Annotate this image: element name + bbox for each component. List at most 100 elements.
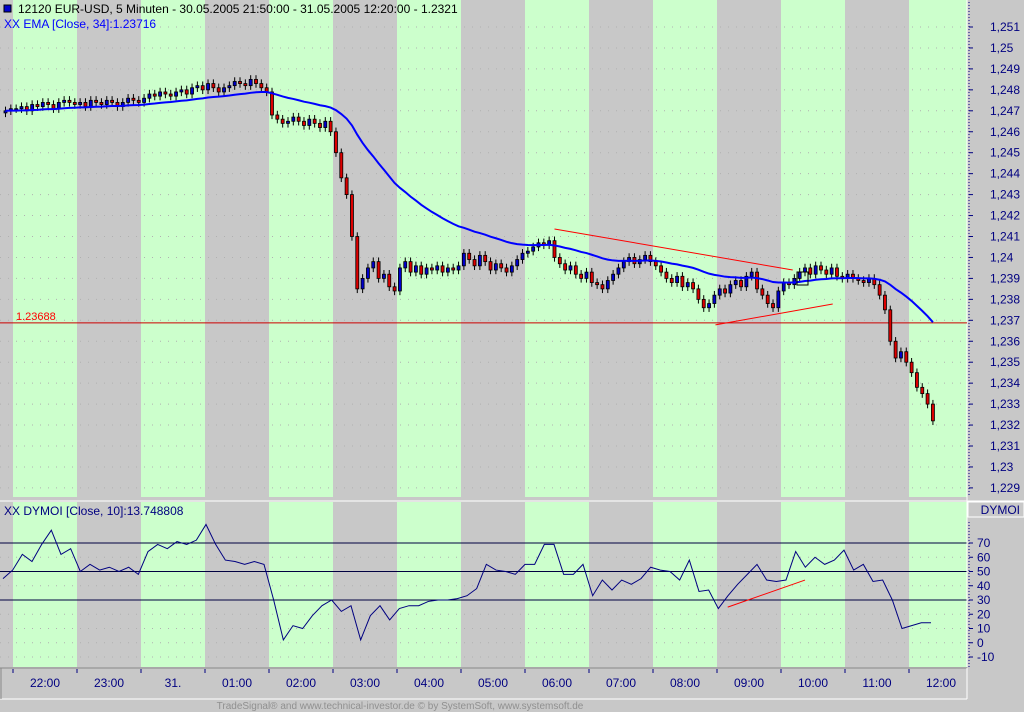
candle-body [286,120,290,124]
candle-body [211,83,216,89]
session-band [13,0,77,497]
candle-body [216,87,221,93]
indicator-axis-label: 10 [977,622,991,636]
candle-body [414,265,418,273]
session-band [909,502,967,667]
chart-title: 12120 EUR-USD, 5 Minuten - 30.05.2005 21… [18,2,458,16]
indicator-axis-label: 70 [977,536,991,550]
candle-body [243,83,248,87]
candle-body [62,99,67,103]
price-axis-label: 1,235 [990,355,1020,369]
candle-body [46,102,51,105]
indicator-axis-label: 0 [977,636,984,650]
candle-body [147,93,152,99]
price-axis-label: 1,231 [990,439,1020,453]
candle-body [355,236,360,290]
candle-body [728,284,733,294]
price-axis-label: 1,245 [990,146,1020,160]
candle-body [184,89,189,95]
candle-body [376,261,381,279]
candle-body [424,267,429,275]
session-band [269,502,333,667]
candle-body [174,91,178,97]
candle-body [456,265,461,271]
dymoi-legend: XX DYMOI [Close, 10]:13.748808 [4,504,184,518]
candle-body [707,303,711,309]
candle-body [78,102,83,105]
candle-body [557,257,562,265]
candle-body [419,265,424,275]
candle-body [568,265,573,271]
symbol-icon [3,4,12,13]
candle-body [733,280,738,286]
candle-body [493,263,498,271]
candle-body [280,118,285,124]
candle [339,148,344,183]
candle-body [755,271,759,290]
time-axis-label: 07:00 [606,676,636,690]
time-axis-label: 12:00 [926,676,956,690]
candle-body [600,284,605,290]
candle-body [323,120,328,128]
candle-body [328,120,333,133]
time-axis-label: 05:00 [478,676,508,690]
candle-body [190,87,194,95]
session-band [781,502,845,667]
price-axis-label: 1,239 [990,271,1020,285]
candle-body [371,261,376,269]
candle-body [248,78,253,87]
candle-body [270,91,274,116]
candle-body [717,288,722,296]
time-axis-label: 09:00 [734,676,764,690]
candle-body [408,261,413,273]
candle-body [680,275,685,288]
candle-body [302,120,306,126]
candle-body [483,254,488,263]
price-axis-label: 1,246 [990,125,1020,139]
candle-body [573,265,578,275]
candle-body [883,294,887,311]
candle-body [136,99,141,103]
price-axis-label: 1,24 [990,250,1014,264]
candle-body [595,282,600,286]
time-axis-label: 02:00 [286,676,316,690]
price-axis-label: 1,241 [990,230,1020,244]
candle-body [499,263,504,269]
candle-body [893,340,898,359]
chart-canvas: 1,251 1,25 1,249 1,248 1,247 1,246 1,245 1,244 1… [0,0,1024,712]
candle-body [563,263,568,271]
session-band [141,502,205,667]
session-band [397,502,461,667]
candle-body [925,393,930,405]
time-axis-label: 11:00 [862,676,891,690]
candle-body [307,118,312,126]
time-axis-label: 10:00 [798,676,828,690]
candle-body [440,265,445,273]
candle-body [877,284,882,296]
candle-body [749,271,754,277]
price-axis-label: 1,232 [990,418,1020,432]
candle-body [760,288,765,296]
candle-body [904,351,909,363]
candle-body [158,91,162,97]
candle-body [259,83,264,89]
candle-body [99,102,104,105]
candle-body [344,177,349,195]
candle-body [222,87,226,93]
price-axis-label: 1,234 [990,376,1020,390]
dymoi-axis-title: DYMOI [981,503,1020,517]
candle-body [696,288,701,300]
horizontal-line-label: 1.23688 [16,311,56,323]
time-axis-label: 31. [165,676,182,690]
candle-body [675,275,679,283]
candle-body [621,261,626,269]
candle-body [152,93,157,97]
candle-body [387,273,392,288]
candle-body [254,78,258,84]
price-axis-label: 1,248 [990,83,1020,97]
candle-body [803,267,807,273]
candle-body [238,81,242,84]
candle-body [712,294,717,304]
candle-body [616,267,621,275]
session-band [141,0,205,497]
